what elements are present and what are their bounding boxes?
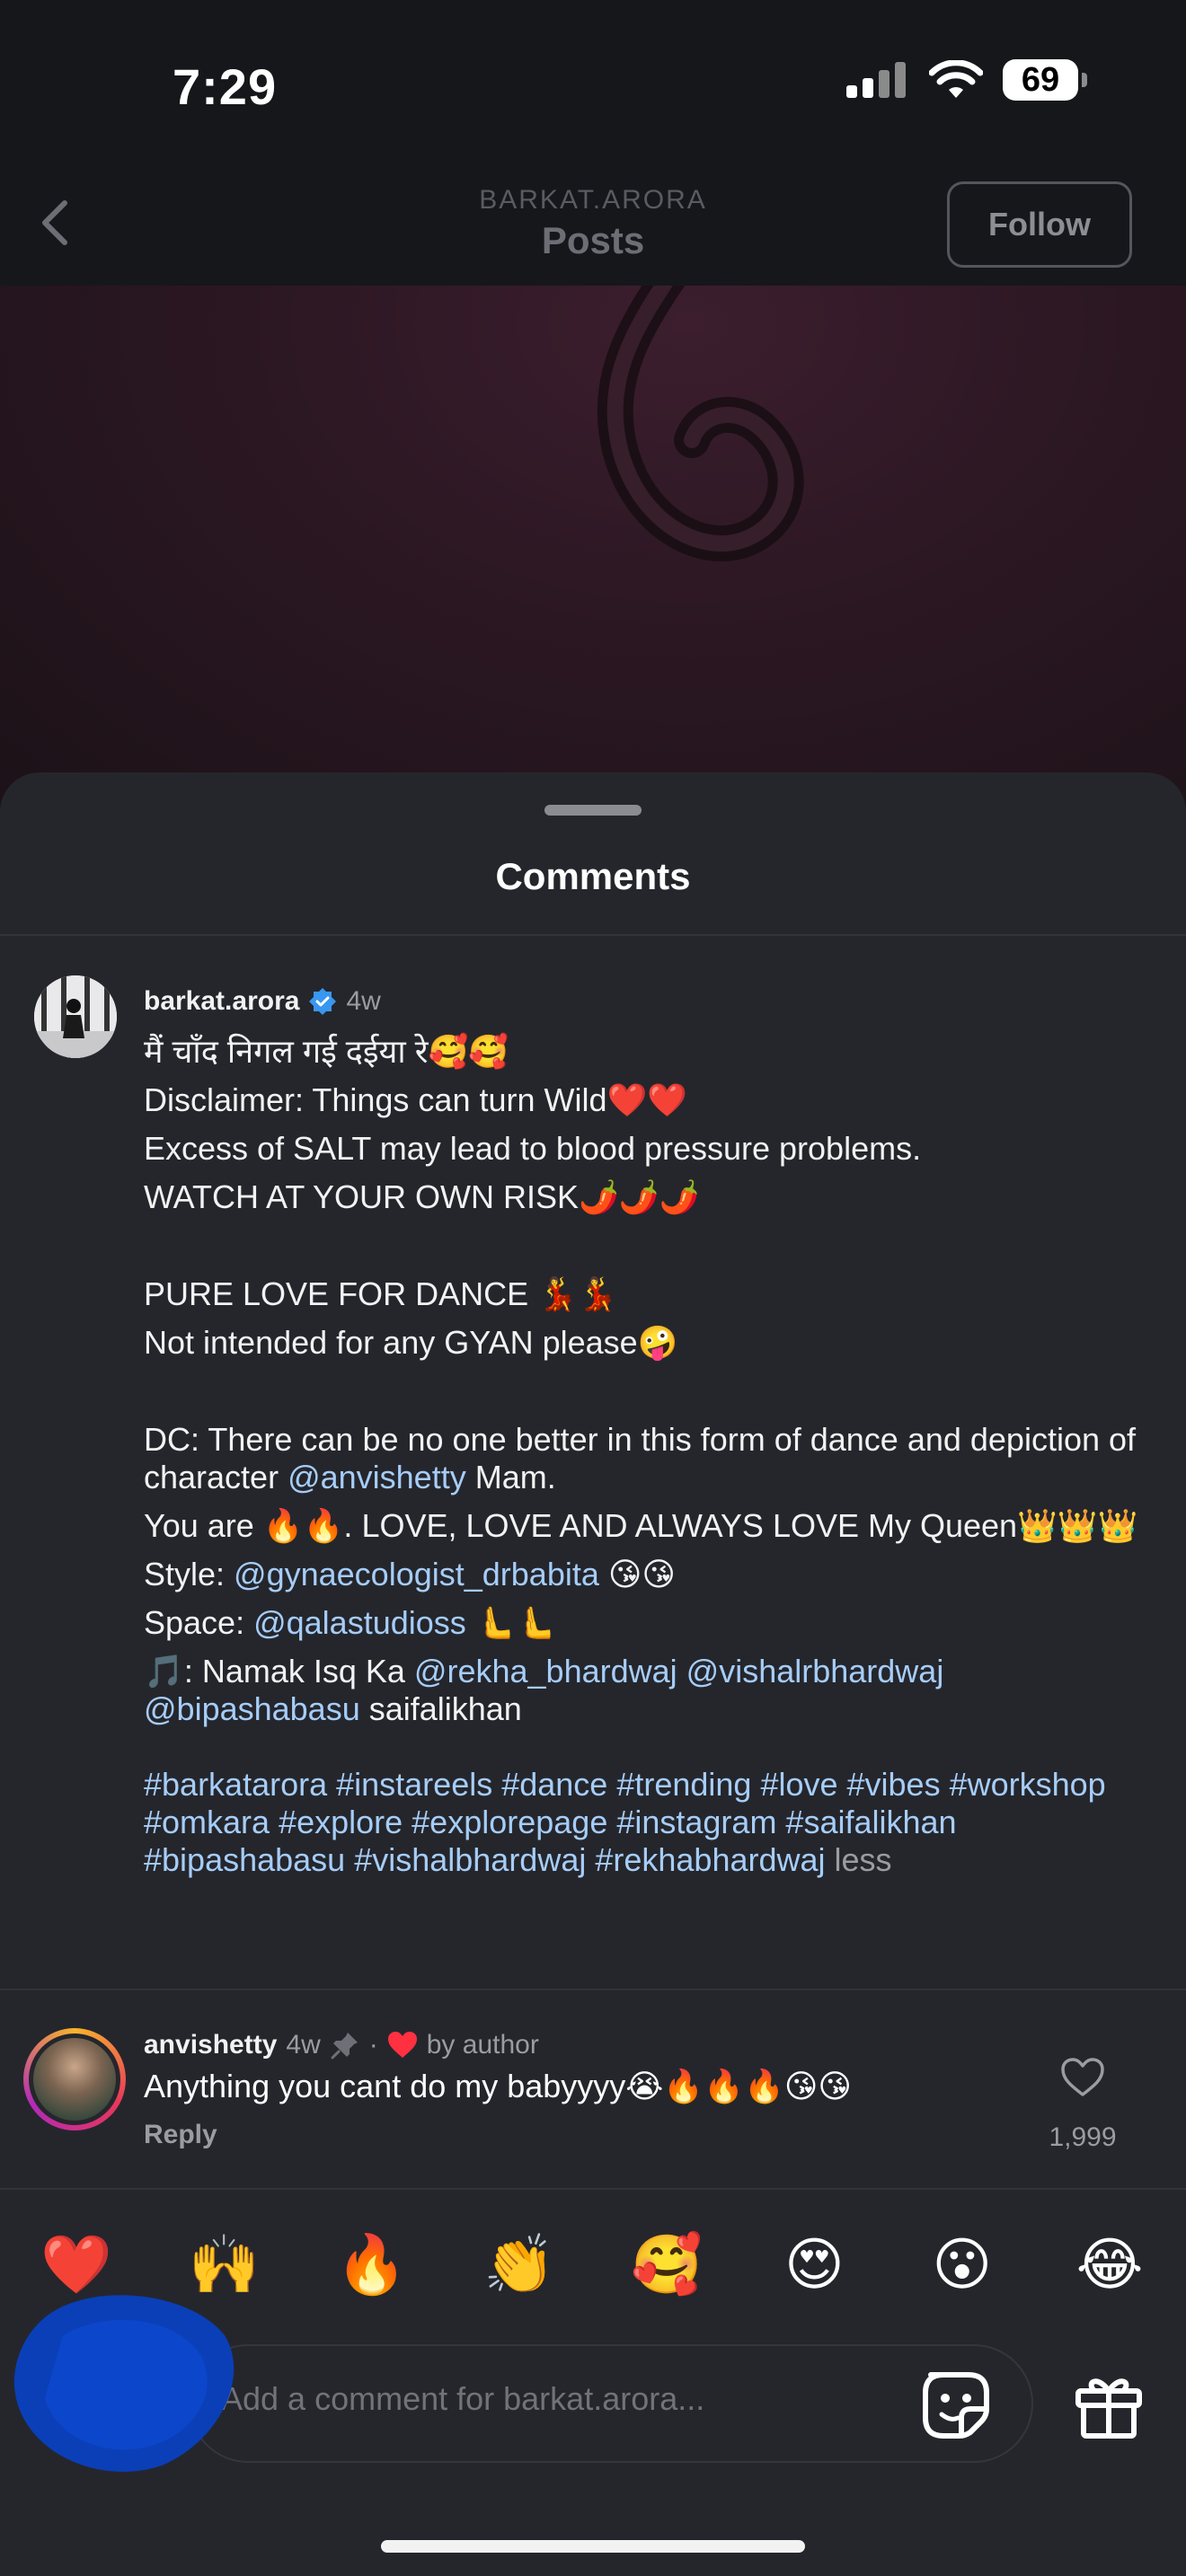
reaction-emoji[interactable]: 🥰 [626,2231,707,2298]
caption-line: Disclaimer: Things can turn Wild❤️❤️ [144,1081,688,1118]
sheet-title: Comments [495,855,691,897]
caption-username[interactable]: barkat.arora [144,977,299,1026]
caption-space: Space: @qalastudioss 🫷🫷 [144,1599,1141,1647]
comment-item: anvishetty 4w · by author Anything you c… [144,2030,1006,2150]
caption-style: Style: @gynaecologist_drbabita 😘😘 [144,1550,1141,1599]
caption-line: Excess of SALT may lead to blood pressur… [144,1130,922,1167]
divider [0,1989,1186,1990]
comment-input[interactable]: Add a comment for barkat.arora... [189,2344,1033,2463]
status-time: 7:29 [173,58,278,115]
reaction-emoji[interactable]: 😍 [774,2231,854,2298]
caption-line: You are 🔥🔥. LOVE, LOVE AND ALWAYS LOVE M… [144,1507,1138,1544]
caption-line: Not intended for any GYAN please🤪 [144,1324,678,1361]
less-toggle[interactable]: less [835,1841,892,1878]
hashtag-links[interactable]: #barkatarora #instareels #dance #trendin… [144,1766,1106,1878]
follow-button[interactable]: Follow [947,181,1132,268]
avatar[interactable] [23,2028,126,2130]
mention-link[interactable]: @gynaecologist_drbabita [234,1556,599,1592]
caption-text: 🎵: Namak Isq Ka [144,1653,414,1689]
wifi-icon [929,60,983,98]
home-indicator[interactable] [381,2540,805,2553]
caption-text: saifalikhan [359,1690,522,1727]
caption-dc: DC: There can be no one better in this f… [144,1416,1141,1502]
gift-icon[interactable] [1071,2366,1146,2441]
reaction-emoji[interactable]: 🔥 [332,2231,412,2298]
by-author-label: by author [426,2030,539,2060]
caption-text: Space: [144,1604,254,1641]
avatar-image [33,2038,116,2121]
reply-button[interactable]: Reply [144,2120,1006,2150]
comment-like[interactable]: 1,999 [1015,2057,1150,2153]
sticker-icon[interactable] [918,2368,994,2443]
cellular-signal-icon [846,62,906,98]
comment-username[interactable]: anvishetty [144,2030,277,2060]
comment-meta: anvishetty 4w · by author [144,2030,539,2060]
pin-icon [331,2033,358,2060]
heart-outline-icon[interactable] [1060,2057,1105,2098]
caption-meta: barkat.arora 4w [144,977,1141,1026]
avatar-image [34,975,117,1058]
reaction-emoji[interactable]: 😮 [922,2231,1003,2298]
caption-music: 🎵: Namak Isq Ka @rekha_bhardwaj @vishalr… [144,1647,1141,1734]
mention-link[interactable]: @qalastudioss [253,1604,466,1641]
reaction-emoji[interactable]: 😂 [1069,2231,1150,2298]
caption-text: Mam. [465,1459,556,1495]
caption-hashtags: #barkatarora #instareels #dance #trendin… [144,1760,1141,1884]
mention-link[interactable]: @vishalrbhardwaj [686,1653,944,1689]
status-bar: 7:29 69 [0,0,1186,162]
verified-badge-icon [309,988,337,1015]
top-nav-bar: BARKAT.ARORA Posts Follow [0,162,1186,286]
comment-input-placeholder: Add a comment for barkat.arora... [221,2380,705,2417]
red-heart-icon [387,2032,417,2058]
comment-time: 4w [286,2030,321,2060]
caption-line: मैं चाँद निगल गई दईया रे🥰🥰 [144,1033,509,1070]
post-artwork [597,269,804,561]
mention-link[interactable]: @bipashabasu [144,1690,360,1727]
mention-link[interactable]: @anvishetty [288,1459,466,1495]
caption-text: 😘😘 [598,1556,676,1592]
reaction-emoji[interactable]: 👏 [479,2231,560,2298]
caption-text: Style: [144,1556,235,1592]
caption-text: 🫷🫷 [465,1604,556,1641]
mention-link[interactable]: @rekha_bhardwaj [414,1653,677,1689]
redacted-avatar-scribble [13,2295,235,2472]
status-icons: 69 [846,59,1087,101]
post-caption: barkat.arora 4w मैं चाँद निगल गई दईया रे… [144,977,1141,1884]
caption-line: WATCH AT YOUR OWN RISK🌶️🌶️🌶️ [144,1178,700,1215]
comment-text: Anything you cant do my babyyyy😭🔥🔥🔥😘😘 [144,2068,852,2104]
like-count: 1,999 [1049,2122,1117,2152]
avatar[interactable] [34,975,117,1058]
sheet-drag-handle[interactable] [544,805,642,816]
caption-time: 4w [346,986,381,1016]
battery-indicator: 69 [1003,59,1087,101]
divider [0,934,1186,936]
caption-line: PURE LOVE FOR DANCE 💃💃 [144,1275,618,1312]
